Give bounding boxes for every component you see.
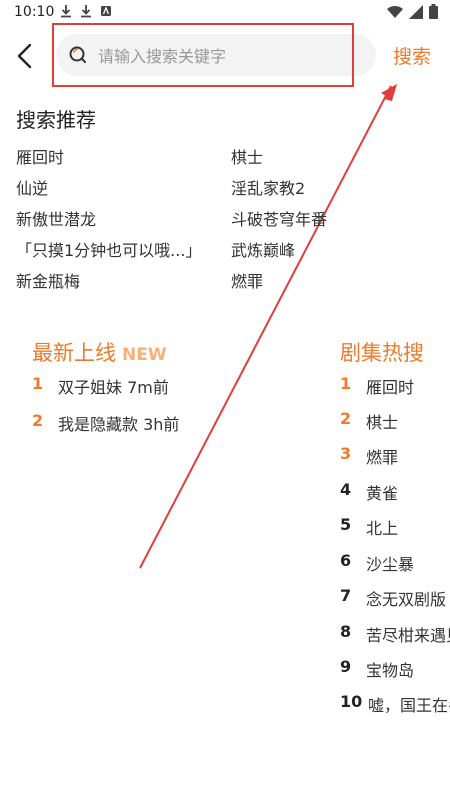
hot-list-item[interactable]: 9 宝物岛 (340, 657, 414, 681)
recommend-item[interactable]: 斗破苍穹年番 (231, 206, 327, 230)
hot-list-item[interactable]: 5 北上 (340, 515, 398, 539)
recommend-item[interactable]: 新傲世潜龙 (16, 206, 96, 230)
app-notification-icon (101, 6, 111, 16)
recommend-item[interactable]: 棋士 (231, 144, 263, 168)
latest-title-text: 最新上线 (32, 341, 116, 365)
rank-number: 1 (340, 374, 352, 393)
latest-item-text: 我是隐藏款 3h前 (58, 415, 180, 434)
battery-icon (429, 4, 438, 19)
rank-number: 6 (340, 551, 352, 570)
recommend-item[interactable]: 武炼巅峰 (231, 237, 295, 261)
download-icon (81, 5, 91, 18)
latest-list-item[interactable]: 2 我是隐藏款 3h前 (32, 411, 179, 435)
rank-number: 10 (340, 692, 363, 711)
hot-item-text: 苦尽柑来遇见你 (366, 626, 450, 645)
rank-number: 9 (340, 657, 352, 676)
signal-icon (409, 4, 423, 19)
hot-list-item[interactable]: 8 苦尽柑来遇见你 (340, 622, 450, 646)
hot-item-text: 棋士 (366, 413, 399, 432)
recommend-item[interactable]: 「只摸1分钟也可以哦...」 (16, 237, 201, 261)
hot-panel-title: 剧集热搜 (340, 341, 424, 365)
hot-item-text: 燃罪 (366, 448, 399, 467)
download-icon (61, 5, 71, 18)
rank-number: 3 (340, 444, 352, 463)
recommend-item[interactable]: 新金瓶梅 (16, 268, 80, 292)
search-button[interactable]: 搜索 (393, 42, 431, 69)
recommend-item[interactable]: 仙逆 (16, 175, 48, 199)
recommend-item[interactable]: 燃罪 (231, 268, 263, 292)
annotation-highlight-box (52, 23, 354, 87)
wifi-icon (387, 5, 403, 18)
hot-item-text: 黄雀 (366, 484, 399, 503)
hot-list-item[interactable]: 6 沙尘暴 (340, 551, 414, 575)
status-notification-icons (60, 4, 112, 18)
rank-number: 2 (32, 411, 44, 430)
recommend-item[interactable]: 雁回时 (16, 144, 64, 168)
hot-list-item[interactable]: 2 棋士 (340, 409, 398, 433)
hot-item-text: 嘘，国王在冬眠 (368, 696, 450, 715)
hot-list-item[interactable]: 4 黄雀 (340, 480, 398, 504)
latest-list-item[interactable]: 1 双子姐妹 7m前 (32, 374, 169, 398)
hot-panel: 剧集热搜 1 雁回时 2 棋士 3 燃罪 4 黄雀 5 北上 6 沙尘暴 7 念… (340, 330, 450, 720)
hot-list-item[interactable]: 3 燃罪 (340, 444, 398, 468)
latest-item-text: 双子姐妹 7m前 (58, 378, 169, 397)
rank-number: 8 (340, 622, 352, 641)
new-badge: NEW (122, 345, 167, 365)
hot-item-text: 北上 (366, 519, 399, 538)
back-arrow-icon[interactable] (12, 40, 40, 72)
hot-item-text: 宝物岛 (366, 661, 415, 680)
hot-item-text: 沙尘暴 (366, 555, 415, 574)
status-time: 10:10 (14, 4, 55, 20)
hot-list-item[interactable]: 10 嘘，国王在冬眠 (340, 692, 450, 716)
latest-panel-title: 最新上线 NEW (32, 337, 167, 367)
rank-number: 4 (340, 480, 352, 499)
recommend-title: 搜索推荐 (16, 108, 96, 132)
rank-number: 7 (340, 586, 352, 605)
hot-item-text: 念无双剧版 (366, 590, 447, 609)
hot-item-text: 雁回时 (366, 378, 415, 397)
rank-number: 1 (32, 374, 44, 393)
hot-list-item[interactable]: 7 念无双剧版 (340, 586, 446, 610)
recommend-item[interactable]: 淫乱家教2 (231, 175, 305, 199)
status-system-icons (387, 4, 438, 19)
rank-number: 2 (340, 409, 352, 428)
rank-number: 5 (340, 515, 352, 534)
hot-list-item[interactable]: 1 雁回时 (340, 374, 414, 398)
